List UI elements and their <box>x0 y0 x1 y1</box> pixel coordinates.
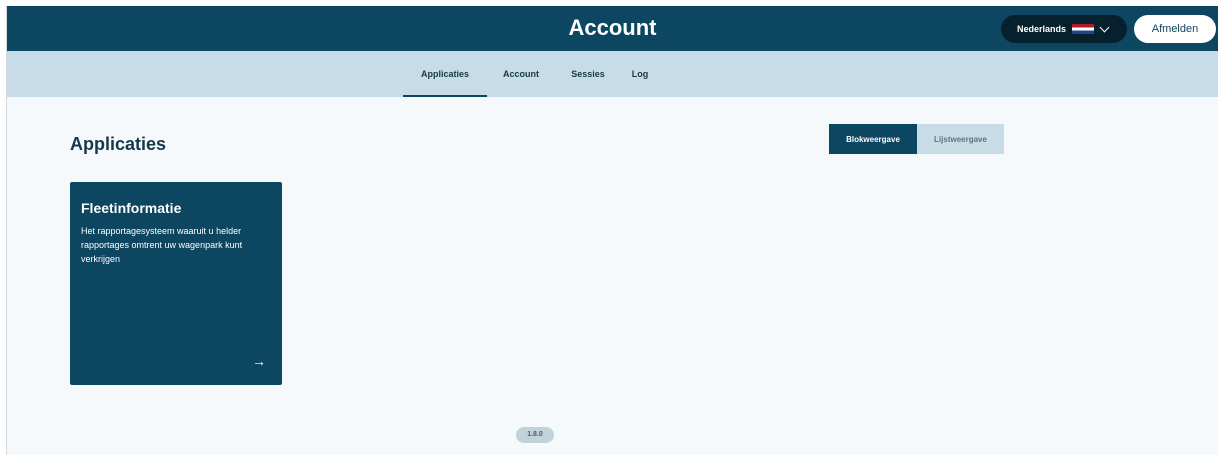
version-badge: 1.8.0 <box>516 427 554 443</box>
language-selector[interactable]: Nederlands <box>1001 15 1127 43</box>
tab-log[interactable]: Log <box>627 51 653 97</box>
tab-applicaties[interactable]: Applicaties <box>403 51 487 97</box>
tab-account[interactable]: Account <box>495 51 547 97</box>
card-title: Fleetinformatie <box>81 200 182 216</box>
list-view-button[interactable]: Lijstweergave <box>917 124 1004 154</box>
card-description: Het rapportagesysteem waaruit u helder r… <box>81 226 243 264</box>
tab-sessies[interactable]: Sessies <box>563 51 613 97</box>
netherlands-flag-icon <box>1072 24 1095 34</box>
app-card-fleetinformatie[interactable]: Fleetinformatie Het rapportagesysteem wa… <box>70 182 282 385</box>
top-bar: Account Nederlands Afmelden <box>7 6 1218 51</box>
app-window: Account Nederlands Afmelden Applicaties … <box>6 6 1218 455</box>
tab-navigation: Applicaties Account Sessies Log <box>7 51 1218 97</box>
chevron-down-icon <box>1099 22 1110 32</box>
logout-button[interactable]: Afmelden <box>1134 15 1216 43</box>
language-label: Nederlands <box>1017 24 1067 34</box>
view-toggle: Blokweergave Lijstweergave <box>829 124 1004 154</box>
arrow-right-icon[interactable]: → <box>252 353 266 369</box>
section-title: Applicaties <box>70 134 167 154</box>
tile-view-button[interactable]: Blokweergave <box>829 124 917 154</box>
